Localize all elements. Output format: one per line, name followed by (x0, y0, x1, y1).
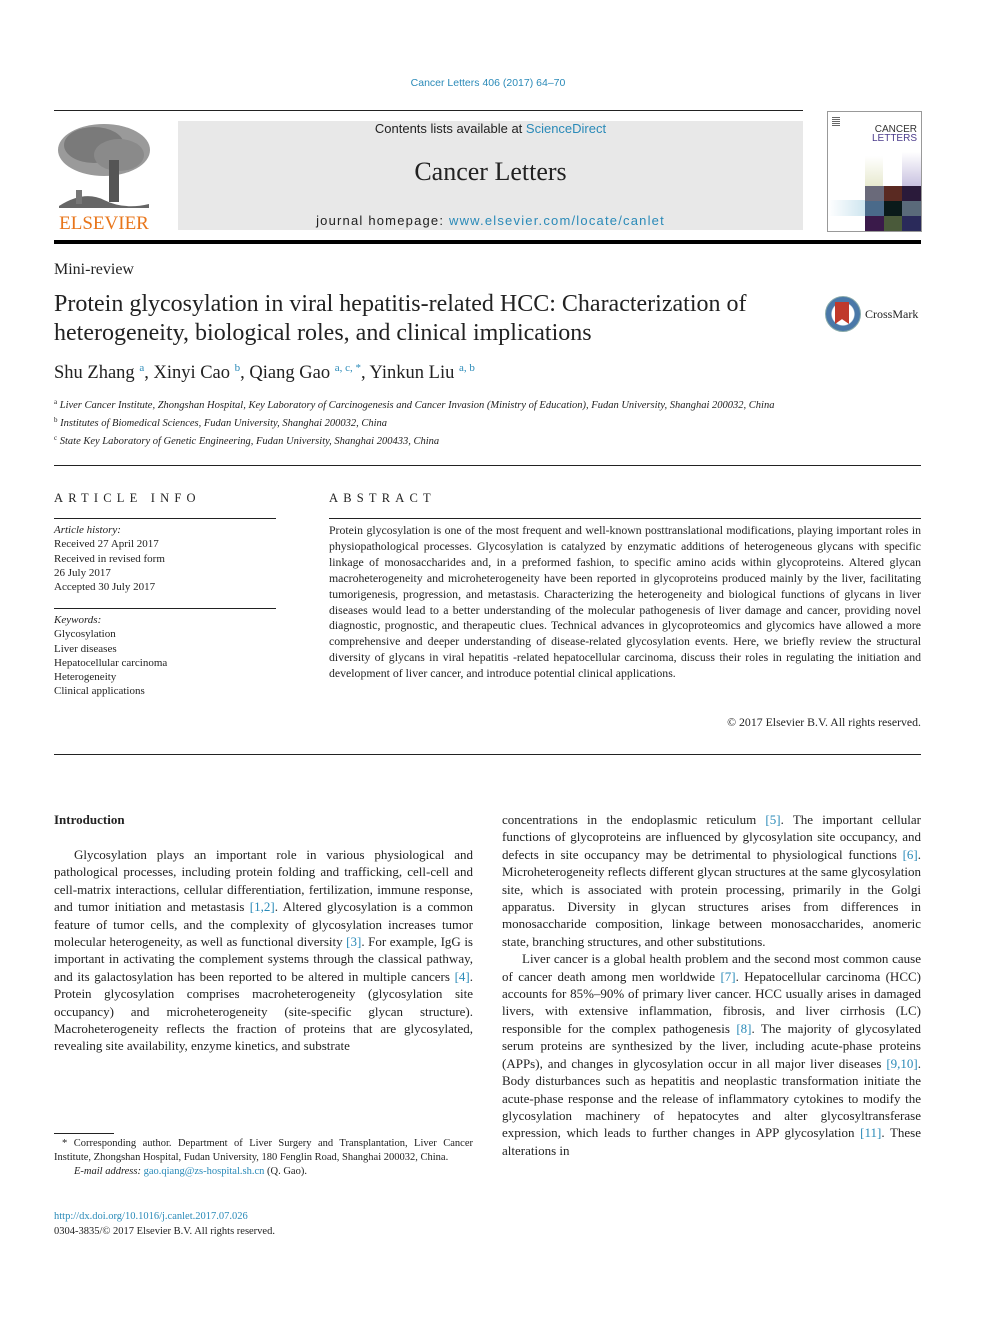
divider (54, 518, 276, 519)
author-name[interactable]: Xinyi Cao (153, 363, 230, 383)
cover-barcode-icon (832, 116, 840, 126)
abstract-heading: ABSTRACT (329, 491, 436, 505)
divider (54, 465, 921, 466)
citation-link[interactable]: [1,2] (250, 899, 275, 914)
citation-link[interactable]: [11] (860, 1125, 881, 1140)
history-item: 26 July 2017 (54, 566, 111, 579)
issn-copyright: 0304-3835/© 2017 Elsevier B.V. All right… (54, 1226, 275, 1237)
divider (329, 518, 921, 519)
article-title: Protein glycosylation in viral hepatitis… (54, 291, 747, 346)
abstract-copyright: © 2017 Elsevier B.V. All rights reserved… (727, 715, 921, 729)
author-name[interactable]: Yinkun Liu (370, 363, 455, 383)
history-item: Received in revised form (54, 552, 165, 565)
crossmark-label: CrossMark (865, 307, 919, 321)
elsevier-logo[interactable]: ELSEVIER (52, 118, 156, 236)
affiliation: c State Key Laboratory of Genetic Engine… (54, 434, 440, 447)
doi-link[interactable]: http://dx.doi.org/10.1016/j.canlet.2017.… (54, 1211, 248, 1222)
paragraph: Glycosylation plays an important role in… (54, 846, 473, 1055)
journal-name: Cancer Letters (414, 157, 567, 186)
citation-link[interactable]: [3] (346, 934, 361, 949)
cover-tile (902, 216, 921, 231)
cover-decoration (865, 156, 883, 186)
author-name[interactable]: Qiang Gao (249, 363, 330, 383)
email-link[interactable]: gao.qiang@zs-hospital.sh.cn (144, 1166, 265, 1177)
body-column-left: Glycosylation plays an important role in… (54, 846, 473, 1055)
journal-cover-thumbnail[interactable]: CANCER LETTERS (827, 111, 922, 232)
author-affiliation-link[interactable]: a, c, * (335, 362, 361, 374)
email-line: E-mail address: gao.qiang@zs-hospital.sh… (74, 1166, 307, 1177)
masthead-divider (54, 240, 921, 244)
journal-masthead: Contents lists available at ScienceDirec… (178, 121, 803, 230)
affiliation: b Institutes of Biomedical Sciences, Fud… (54, 416, 388, 429)
corresponding-author-footnote: * Corresponding author. Department of Li… (54, 1137, 473, 1179)
cover-tile (883, 201, 903, 216)
paragraph-text: concentrations in the endoplasmic reticu… (502, 812, 766, 827)
article-history: Article history: Received 27 April 2017 … (54, 523, 276, 594)
journal-citation-link[interactable]: Cancer Letters 406 (2017) 64–70 (0, 77, 976, 89)
elsevier-wordmark: ELSEVIER (59, 213, 149, 234)
crossmark-button[interactable]: CrossMark (825, 296, 925, 334)
paragraph: Liver cancer is a global health problem … (502, 950, 921, 1159)
keywords-label: Keywords: (54, 614, 102, 626)
cover-tile (865, 186, 884, 201)
sciencedirect-link[interactable]: ScienceDirect (526, 121, 606, 136)
citation-link[interactable]: [8] (736, 1021, 751, 1036)
citation-link[interactable]: [6] (903, 847, 918, 862)
author-list: Shu Zhang a, Xinyi Cao b, Qiang Gao a, c… (54, 362, 475, 383)
body-column-right: concentrations in the endoplasmic reticu… (502, 811, 921, 1159)
affiliation: a Liver Cancer Institute, Zhongshan Hosp… (54, 398, 775, 411)
cover-tile (883, 216, 903, 231)
paragraph-text: . Microheterogeneity reflects different … (502, 846, 921, 949)
footnote-divider (54, 1133, 114, 1134)
author-name[interactable]: Shu Zhang (54, 363, 135, 383)
elsevier-tree-icon (54, 120, 154, 210)
citation-link[interactable]: [7] (720, 969, 735, 984)
cover-tile (902, 186, 921, 201)
article-history-label: Article history: (54, 524, 121, 536)
keyword: Glycosylation (54, 628, 116, 641)
introduction-heading: Introduction (54, 812, 125, 827)
keyword: Heterogeneity (54, 671, 117, 684)
cover-title: CANCER LETTERS (871, 124, 917, 144)
keyword: Hepatocellular carcinoma (54, 656, 168, 669)
keywords: Keywords: Glycosylation Liver diseases H… (54, 613, 276, 699)
keyword: Clinical applications (54, 685, 145, 698)
history-item: Received 27 April 2017 (54, 538, 159, 551)
cover-tile (865, 201, 884, 216)
cover-decoration (902, 152, 921, 186)
divider (54, 754, 921, 755)
cover-tile (865, 216, 884, 231)
history-item: Accepted 30 July 2017 (54, 581, 156, 594)
article-type: Mini-review (54, 261, 134, 278)
corresponding-author-note: * Corresponding author. Department of Li… (54, 1138, 473, 1163)
journal-citation[interactable]: Cancer Letters 406 (2017) 64–70 (411, 77, 566, 89)
affiliations: a Liver Cancer Institute, Zhongshan Hosp… (54, 395, 814, 449)
article-info-heading: ARTICLE INFO (54, 491, 201, 505)
paragraph: concentrations in the endoplasmic reticu… (502, 811, 921, 950)
divider (54, 608, 276, 609)
contents-line: Contents lists available at ScienceDirec… (374, 121, 607, 136)
cover-tile (883, 186, 903, 201)
cover-decoration (828, 200, 865, 216)
homepage-line: journal homepage: www.elsevier.com/locat… (316, 213, 665, 228)
cover-tile (902, 201, 921, 216)
journal-homepage-link[interactable]: www.elsevier.com/locate/canlet (449, 213, 665, 228)
author-affiliation-link[interactable]: a, b (459, 362, 475, 374)
cover-image-grid (865, 186, 921, 231)
keyword: Liver diseases (54, 642, 117, 655)
citation-link[interactable]: [4] (455, 969, 470, 984)
abstract-text: Protein glycosylation is one of the most… (329, 523, 921, 681)
citation-link[interactable]: [5] (765, 812, 780, 827)
header-divider (54, 110, 803, 111)
citation-link[interactable]: [9,10] (886, 1056, 917, 1071)
